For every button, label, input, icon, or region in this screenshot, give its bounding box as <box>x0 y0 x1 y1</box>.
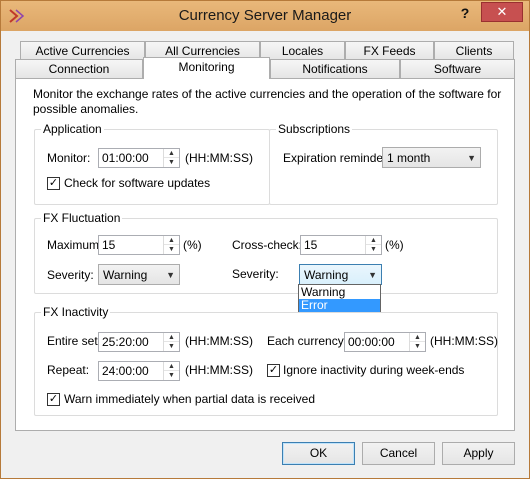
severity-select[interactable]: Warning ▼ <box>98 264 180 285</box>
crosscheck-value: 15 <box>304 238 318 252</box>
application-group: Application Monitor: 01:00:00 ▲ ▼ (HH:MM… <box>34 122 270 205</box>
fx-fluctuation-group: FX Fluctuation Maximum: 15 ▲ ▼ (%) Cross… <box>34 211 498 294</box>
maximum-unit-label: (%) <box>183 238 202 252</box>
spin-up-icon[interactable]: ▲ <box>164 333 179 342</box>
subscriptions-group-title: Subscriptions <box>276 122 353 136</box>
tab-clients[interactable]: Clients <box>434 41 514 60</box>
expiration-reminder-value: 1 month <box>387 151 431 165</box>
fx-inactivity-group-title: FX Inactivity <box>41 305 111 319</box>
apply-button[interactable]: Apply <box>442 442 515 465</box>
entire-set-spinbox[interactable]: 25:20:00 ▲ ▼ <box>98 332 180 352</box>
each-currency-spinbox[interactable]: 00:00:00 ▲ ▼ <box>344 332 426 352</box>
help-button[interactable]: ? <box>453 3 477 23</box>
maximum-spinbox[interactable]: 15 ▲ ▼ <box>98 235 180 255</box>
spin-up-icon[interactable]: ▲ <box>164 362 179 371</box>
window-title: Currency Server Manager <box>178 7 352 24</box>
repeat-value: 24:00:00 <box>102 364 149 378</box>
tab-connection[interactable]: Connection <box>15 59 143 78</box>
tab-fx-feeds[interactable]: FX Feeds <box>345 41 434 60</box>
severity-label: Severity: <box>47 268 94 282</box>
subscriptions-group: Subscriptions Expiration reminder: 1 mon… <box>269 122 498 205</box>
tab-software[interactable]: Software <box>400 59 515 78</box>
crosscheck-label: Cross-check: <box>232 238 303 252</box>
spin-up-icon[interactable]: ▲ <box>164 149 179 158</box>
expiration-reminder-label: Expiration reminder: <box>283 151 391 165</box>
crosscheck-severity-select[interactable]: Warning ▼ <box>299 264 382 285</box>
chevron-down-icon: ▼ <box>467 153 476 163</box>
repeat-label: Repeat: <box>47 363 90 377</box>
chevron-down-icon: ▼ <box>166 270 175 280</box>
fx-fluctuation-group-title: FX Fluctuation <box>41 211 123 225</box>
warn-partial-label: Warn immediately when partial data is re… <box>64 392 315 406</box>
entire-set-unit-label: (HH:MM:SS) <box>185 334 253 348</box>
ok-button[interactable]: OK <box>282 442 355 465</box>
each-currency-value: 00:00:00 <box>348 335 395 349</box>
monitor-interval-value: 01:00:00 <box>102 151 149 165</box>
application-group-title: Application <box>41 122 104 136</box>
close-button[interactable]: ✕ <box>481 2 523 22</box>
entire-set-value: 25:20:00 <box>102 335 149 349</box>
ignore-weekends-checkbox[interactable]: ✓ <box>267 364 280 377</box>
crosscheck-severity-value: Warning <box>304 268 349 282</box>
cancel-button[interactable]: Cancel <box>362 442 435 465</box>
monitor-label: Monitor: <box>47 151 91 165</box>
tab-locales[interactable]: Locales <box>260 41 345 60</box>
spin-up-icon[interactable]: ▲ <box>366 236 381 245</box>
severity-value: Warning <box>103 268 148 282</box>
repeat-unit-label: (HH:MM:SS) <box>185 363 253 377</box>
tab-monitoring[interactable]: Monitoring <box>143 57 270 79</box>
each-currency-label: Each currency: <box>267 334 348 348</box>
maximum-label: Maximum: <box>47 238 103 252</box>
entire-set-label: Entire set: <box>47 334 102 348</box>
monitor-interval-spinbox[interactable]: 01:00:00 ▲ ▼ <box>98 148 180 168</box>
monitor-unit-label: (HH:MM:SS) <box>185 151 253 165</box>
fx-inactivity-group: FX Inactivity Entire set: 25:20:00 ▲ ▼ (… <box>34 305 498 416</box>
check-updates-label: Check for software updates <box>64 176 211 190</box>
maximum-value: 15 <box>102 238 116 252</box>
expiration-reminder-select[interactable]: 1 month ▼ <box>382 147 481 168</box>
spin-up-icon[interactable]: ▲ <box>164 236 179 245</box>
spin-down-icon[interactable]: ▼ <box>164 342 179 351</box>
spin-down-icon[interactable]: ▼ <box>366 245 381 254</box>
ignore-weekends-label: Ignore inactivity during week-ends <box>283 363 465 377</box>
spin-down-icon[interactable]: ▼ <box>164 245 179 254</box>
crosscheck-spinbox[interactable]: 15 ▲ ▼ <box>300 235 382 255</box>
crosscheck-severity-label: Severity: <box>232 267 279 281</box>
spin-up-icon[interactable]: ▲ <box>410 333 425 342</box>
chevron-down-icon: ▼ <box>368 270 377 280</box>
panel-description: Monitor the exchange rates of the active… <box>33 87 502 116</box>
warn-partial-checkbox[interactable]: ✓ <box>47 393 60 406</box>
each-currency-unit-label: (HH:MM:SS) <box>430 334 498 348</box>
monitoring-panel: Monitor the exchange rates of the active… <box>15 78 515 431</box>
tab-active-currencies[interactable]: Active Currencies <box>20 41 145 60</box>
check-updates-checkbox[interactable]: ✓ <box>47 177 60 190</box>
dialog-window: Currency Server Manager ? ✕ Active Curre… <box>0 0 530 479</box>
dropdown-option-error[interactable]: Error <box>299 299 380 312</box>
crosscheck-unit-label: (%) <box>385 238 404 252</box>
spin-down-icon[interactable]: ▼ <box>410 342 425 351</box>
spin-down-icon[interactable]: ▼ <box>164 371 179 380</box>
spin-down-icon[interactable]: ▼ <box>164 158 179 167</box>
severity-dropdown-list: Warning Error <box>298 284 381 312</box>
tab-notifications[interactable]: Notifications <box>270 59 400 78</box>
repeat-spinbox[interactable]: 24:00:00 ▲ ▼ <box>98 361 180 381</box>
title-bar[interactable]: Currency Server Manager ? ✕ <box>1 1 529 31</box>
